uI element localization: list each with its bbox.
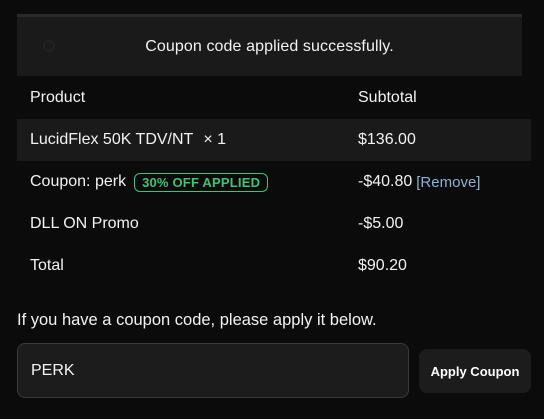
coupon-discount-amount: -$40.80 — [358, 173, 413, 190]
product-quantity: × 1 — [203, 131, 227, 148]
table-header-row: Product Subtotal — [17, 77, 531, 119]
promo-amount: -$5.00 — [358, 215, 404, 232]
remove-coupon-link[interactable]: [Remove] — [416, 174, 480, 191]
cart-item-row: LucidFlex 50K TDV/NT × 1 $136.00 — [17, 119, 531, 161]
coupon-success-notice: Coupon code applied successfully. — [17, 17, 522, 76]
promo-label: DLL ON Promo — [30, 215, 139, 232]
product-column-header: Product — [30, 89, 86, 106]
item-subtotal: $136.00 — [358, 131, 416, 148]
total-label: Total — [30, 257, 64, 274]
coupon-label: Coupon: perk — [30, 173, 127, 190]
apply-coupon-button[interactable]: Apply Coupon — [419, 349, 531, 393]
coupon-status-badge: 30% OFF APPLIED — [134, 172, 269, 192]
coupon-code-input[interactable] — [17, 343, 409, 398]
info-circle-icon — [43, 40, 55, 52]
total-row: Total $90.20 — [17, 245, 531, 287]
promo-row: DLL ON Promo -$5.00 — [17, 203, 531, 245]
product-cell: LucidFlex 50K TDV/NT × 1 — [30, 131, 226, 149]
order-summary-table: Product Subtotal LucidFlex 50K TDV/NT × … — [17, 77, 531, 287]
coupon-amount-cell: -$40.80 [Remove] — [358, 173, 480, 191]
product-name: LucidFlex 50K TDV/NT — [30, 131, 194, 148]
notice-message: Coupon code applied successfully. — [145, 37, 394, 55]
total-amount: $90.20 — [358, 257, 407, 274]
checkout-page: Coupon code applied successfully. Produc… — [0, 0, 544, 419]
coupon-cell: Coupon: perk 30% OFF APPLIED — [30, 172, 269, 192]
coupon-hint-text: If you have a coupon code, please apply … — [17, 311, 377, 329]
subtotal-column-header: Subtotal — [358, 89, 417, 106]
coupon-row: Coupon: perk 30% OFF APPLIED -$40.80 [Re… — [17, 161, 531, 203]
